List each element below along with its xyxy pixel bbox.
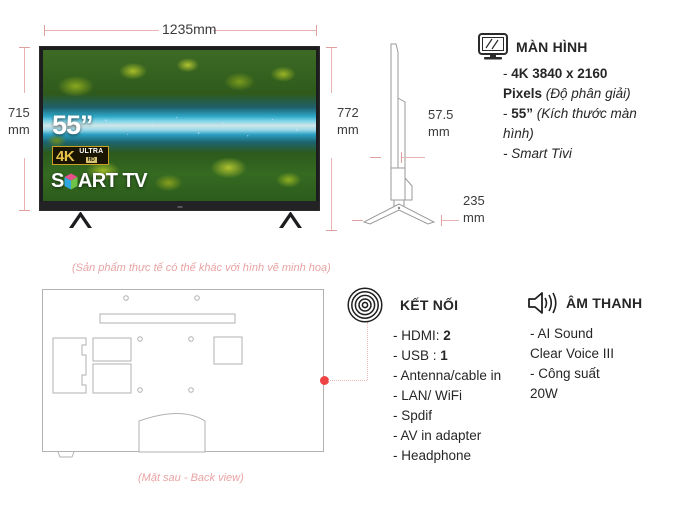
width-dimension-label: 1235mm — [162, 21, 217, 37]
height-right-cap-top — [326, 47, 337, 48]
spec-audio-title: ÂM THANH — [566, 295, 643, 311]
height-left-label-value: 715 — [8, 105, 30, 120]
connectivity-line-5: - Spdif — [393, 408, 433, 423]
width-dim-line-right — [213, 30, 316, 31]
disclaimer-caption: (Sản phẩm thực tế có thể khác với hình v… — [72, 262, 331, 274]
spec-audio-lines: - AI Sound Clear Voice III - Công suất 20W — [530, 324, 687, 404]
spec-block-connectivity: KẾT NỐI - HDMI: 2 - USB : 1 - Antenna/cabl… — [347, 287, 517, 466]
smart-tv-badge: S ART TV — [51, 170, 148, 192]
display-line-5: - Smart Tivi — [503, 146, 572, 161]
monitor-icon — [478, 33, 508, 60]
width-dim-cap-right — [316, 25, 317, 36]
connectivity-line-2: - USB : 1 — [393, 348, 448, 363]
smart-tv-text: ART TV — [77, 170, 148, 192]
height-right-line-bottom — [331, 158, 332, 230]
smart-tv-cube-icon — [64, 173, 78, 189]
width-dim-line-left — [44, 30, 159, 31]
connectivity-line-7: - Headphone — [393, 448, 472, 463]
display-line-4: hình) — [503, 126, 534, 141]
width-dim-cap-left — [44, 25, 45, 36]
height-right-line-top — [331, 47, 332, 93]
stand-depth-label-value: 235 — [463, 193, 485, 208]
depth-dim-cap-left — [370, 157, 381, 158]
badge-ultra-hd-group: ULTRA HD — [77, 148, 105, 163]
spec-block-audio: ÂM THANH - AI Sound Clear Voice III - Công… — [527, 290, 687, 404]
connectivity-line-3: - Antenna/cable in — [393, 368, 502, 383]
audio-line-1: - AI Sound — [530, 326, 594, 341]
product-spec-diagram: 1235mm 715 mm 772 mm 55” 4K ULTRA HD S A… — [0, 0, 696, 522]
audio-line-2: Clear Voice III — [530, 346, 615, 361]
height-right-label-unit: mm — [337, 122, 359, 137]
depth-label-unit: mm — [428, 124, 450, 139]
spec-connectivity-lines: - HDMI: 2 - USB : 1 - Antenna/cable in - LA… — [393, 326, 517, 466]
display-line-1: - 4K 3840 x 2160 — [503, 66, 608, 81]
tv-screen-image: 55” 4K ULTRA HD S ART TV — [43, 50, 316, 201]
badge-hd-text: HD — [85, 157, 97, 163]
height-left-line-bottom — [24, 158, 25, 210]
tv-foot-right — [278, 211, 304, 229]
display-line-3: - 55” (Kích thước màn — [503, 106, 637, 121]
badge-4k-text: 4K — [56, 148, 75, 165]
height-left-cap-top — [19, 47, 30, 48]
back-view-caption: (Mặt sau - Back view) — [138, 472, 244, 484]
spec-display-lines: - 4K 3840 x 2160 Pixels (Độ phân giải) - 5… — [503, 64, 689, 164]
screen-size-badge: 55” — [52, 110, 94, 140]
connectivity-line-4: - LAN/ WiFi — [393, 388, 462, 403]
height-right-label-value: 772 — [337, 105, 359, 120]
audio-line-4: 20W — [530, 386, 558, 401]
connectivity-line-1: - HDMI: 2 — [393, 328, 451, 343]
badge-4k-ultra-hd: 4K ULTRA HD — [52, 146, 110, 165]
tv-indicator-led — [177, 206, 182, 208]
depth-label-value: 57.5 — [428, 107, 454, 122]
stand-dim-cap-left — [352, 220, 363, 221]
badge-ultra-text: ULTRA — [79, 148, 104, 155]
spec-display-title: MÀN HÌNH — [516, 39, 588, 55]
tv-front-view: 55” 4K ULTRA HD S ART TV — [39, 46, 320, 211]
height-right-cap-bottom — [326, 230, 337, 231]
tv-back-view — [42, 289, 324, 459]
spec-display-header: MÀN HÌNH — [477, 32, 689, 62]
depth-dim-cap-right — [401, 152, 402, 163]
tv-bottom-bezel — [40, 201, 319, 210]
height-left-label-unit: mm — [8, 122, 30, 137]
spec-audio-header: ÂM THANH — [527, 290, 687, 316]
connectivity-line-6: - AV in adapter — [393, 428, 482, 443]
spec-connectivity-title: KẾT NỐI — [400, 297, 459, 313]
display-line-2: Pixels (Độ phân giải) — [503, 86, 631, 101]
depth-dim-line — [401, 157, 425, 158]
spec-connectivity-header: KẾT NỐI — [347, 287, 517, 323]
spec-block-display: MÀN HÌNH - 4K 3840 x 2160 Pixels (Độ phân… — [477, 32, 689, 164]
audio-line-3: - Công suất — [530, 366, 600, 381]
height-left-line-top — [24, 47, 25, 93]
speaker-icon — [528, 292, 557, 314]
stand-dim-line — [441, 220, 459, 221]
stand-depth-label-unit: mm — [463, 210, 485, 225]
height-left-cap-bottom — [19, 210, 30, 211]
smart-tv-s-letter: S — [51, 170, 64, 192]
tv-foot-left — [68, 211, 94, 229]
signal-waves-icon — [347, 287, 383, 323]
